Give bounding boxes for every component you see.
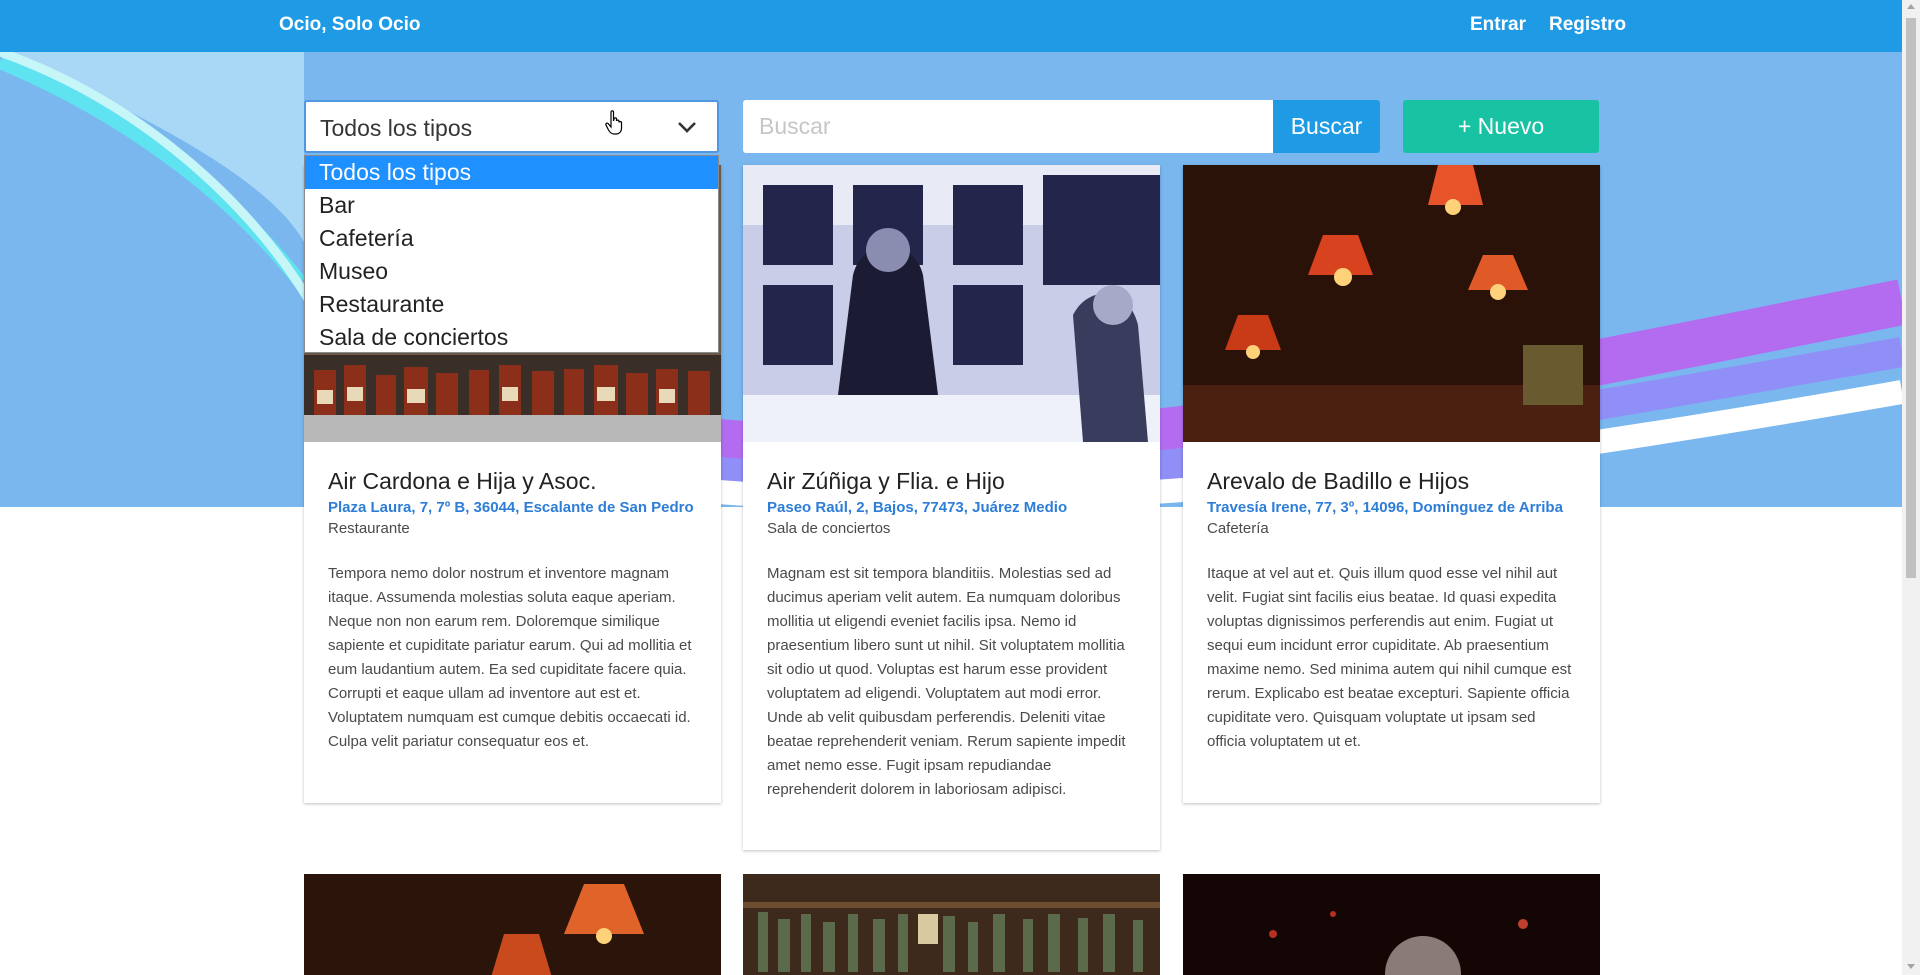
place-type: Restaurante [328,520,410,537]
place-description: Magnam est sit tempora blanditiis. Moles… [767,565,1126,798]
place-type: Sala de conciertos [767,520,891,537]
search-input[interactable] [743,100,1273,153]
place-image [743,165,1160,442]
place-card[interactable]: Air Zúñiga y Flia. e Hijo Paseo Raúl, 2,… [743,165,1160,850]
place-image [1183,165,1600,442]
place-card-image-partial[interactable] [1183,874,1600,975]
scroll-up-arrow-icon[interactable] [1907,4,1915,9]
place-address[interactable]: Plaza Laura, 7, 7º B, 36044, Escalante d… [328,498,697,518]
dropdown-option[interactable]: Museo [305,255,718,288]
top-navbar: Ocio, Solo Ocio Entrar Registro [0,0,1902,52]
scrollbar-thumb[interactable] [1906,18,1916,578]
login-link[interactable]: Entrar [1470,14,1526,36]
chevron-down-icon [677,120,697,139]
type-dropdown-list: Todos los tipos Bar Cafetería Museo Rest… [304,155,719,353]
place-name[interactable]: Arevalo de Badillo e Hijos [1207,466,1576,496]
place-card[interactable]: Arevalo de Badillo e Hijos Travesía Iren… [1183,165,1600,803]
brand-logo[interactable]: Ocio, Solo Ocio [279,14,420,36]
dropdown-option[interactable]: Sala de conciertos [305,321,718,354]
register-link[interactable]: Registro [1549,14,1626,36]
place-description: Itaque at vel aut et. Quis illum quod es… [1207,565,1572,750]
page-scrollbar[interactable] [1902,0,1920,975]
dropdown-option[interactable]: Restaurante [305,288,718,321]
dropdown-option[interactable]: Bar [305,189,718,222]
place-card-image-partial[interactable] [304,874,721,975]
page-viewport: Ocio, Solo Ocio Entrar Registro Todos lo… [0,0,1902,975]
scroll-down-arrow-icon[interactable] [1907,964,1915,969]
type-select[interactable]: Todos los tipos [304,100,719,153]
place-address[interactable]: Paseo Raúl, 2, Bajos, 77473, Juárez Medi… [767,498,1136,518]
search-button[interactable]: Buscar [1273,100,1380,153]
place-card-image-partial[interactable] [743,874,1160,975]
place-name[interactable]: Air Zúñiga y Flia. e Hijo [767,466,1136,496]
type-select-value: Todos los tipos [320,115,473,141]
place-type: Cafetería [1207,520,1269,537]
dropdown-option[interactable]: Todos los tipos [305,156,718,189]
new-place-button[interactable]: + Nuevo [1403,100,1599,153]
place-name[interactable]: Air Cardona e Hija y Asoc. [328,466,697,496]
place-address[interactable]: Travesía Irene, 77, 3º, 14096, Domínguez… [1207,498,1576,518]
dropdown-option[interactable]: Cafetería [305,222,718,255]
hand-cursor-icon [605,110,625,141]
place-description: Tempora nemo dolor nostrum et inventore … [328,565,692,750]
